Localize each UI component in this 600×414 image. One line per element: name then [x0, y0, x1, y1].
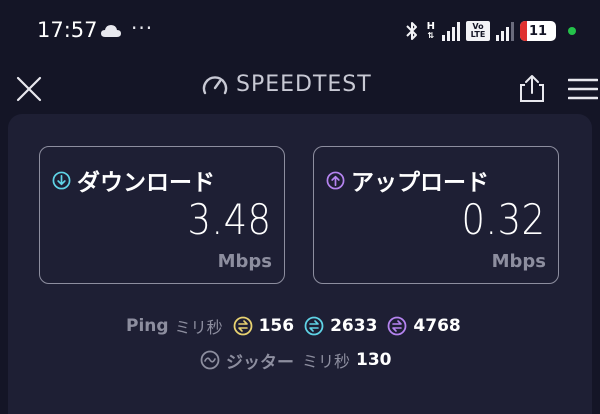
- download-card[interactable]: ダウンロード 3.48 Mbps: [39, 146, 285, 284]
- signal-icon: [442, 21, 460, 41]
- ping-download-icon: [304, 316, 324, 336]
- upload-label: アップロード: [351, 170, 489, 196]
- battery-level: 11: [528, 23, 548, 39]
- ping-upload-value: 4768: [413, 316, 461, 336]
- volte-icon: Vo LTE: [466, 21, 490, 41]
- jitter-unit: ミリ秒: [302, 352, 351, 371]
- brand: SPEEDTEST: [202, 72, 372, 97]
- signal-2-icon: [496, 21, 514, 41]
- upload-value: 0.32: [461, 195, 546, 244]
- download-value: 3.48: [187, 195, 272, 244]
- ping-row: Ping ミリ秒 156 2633 4768: [126, 314, 461, 338]
- app-title: SPEEDTEST: [236, 72, 372, 97]
- ping-upload-icon: [388, 316, 407, 336]
- ping-download-value: 2633: [330, 316, 378, 336]
- active-dot-icon: [568, 27, 576, 35]
- ping-idle-icon: [233, 316, 252, 336]
- download-arrow-icon: [52, 171, 71, 189]
- app-header: SPEEDTEST: [0, 62, 600, 112]
- upload-unit: Mbps: [491, 251, 546, 272]
- download-unit: Mbps: [217, 251, 272, 272]
- network-type-icon: H ⇅: [426, 21, 435, 41]
- status-bar: 17:57 ··· H ⇅ Vo LTE 11: [0, 0, 600, 62]
- download-label: ダウンロード: [77, 170, 215, 196]
- download-header: ダウンロード: [52, 163, 215, 197]
- battery-icon: 11: [520, 21, 556, 41]
- status-time: 17:57: [37, 18, 98, 42]
- bluetooth-icon: [405, 22, 417, 40]
- network-type: H: [426, 21, 435, 32]
- upload-header: アップロード: [326, 163, 489, 197]
- jitter-label: ジッター: [226, 352, 294, 373]
- upload-arrow-icon: [326, 171, 345, 189]
- ping-idle-value: 156: [258, 316, 295, 336]
- status-icons: H ⇅ Vo LTE 11: [403, 17, 576, 45]
- jitter-icon: [200, 350, 220, 370]
- ping-download: 2633: [304, 316, 377, 336]
- cloud-icon: [101, 25, 121, 37]
- jitter-value: 130: [356, 350, 392, 370]
- upload-card[interactable]: アップロード 0.32 Mbps: [313, 146, 559, 284]
- ping-idle: 156: [233, 316, 295, 336]
- results-panel: ダウンロード 3.48 Mbps アップロード 0.32 Mbps Ping ミ…: [8, 114, 592, 414]
- share-icon[interactable]: [518, 73, 546, 103]
- jitter-row: ジッター ミリ秒 130: [200, 348, 392, 373]
- close-icon[interactable]: [16, 76, 42, 102]
- ping-upload: 4768: [387, 316, 461, 336]
- menu-icon[interactable]: [568, 78, 598, 100]
- status-overflow: ···: [131, 16, 154, 40]
- ping-label: Ping: [126, 316, 169, 336]
- speedometer-icon: [202, 75, 228, 94]
- ping-unit: ミリ秒: [174, 318, 223, 337]
